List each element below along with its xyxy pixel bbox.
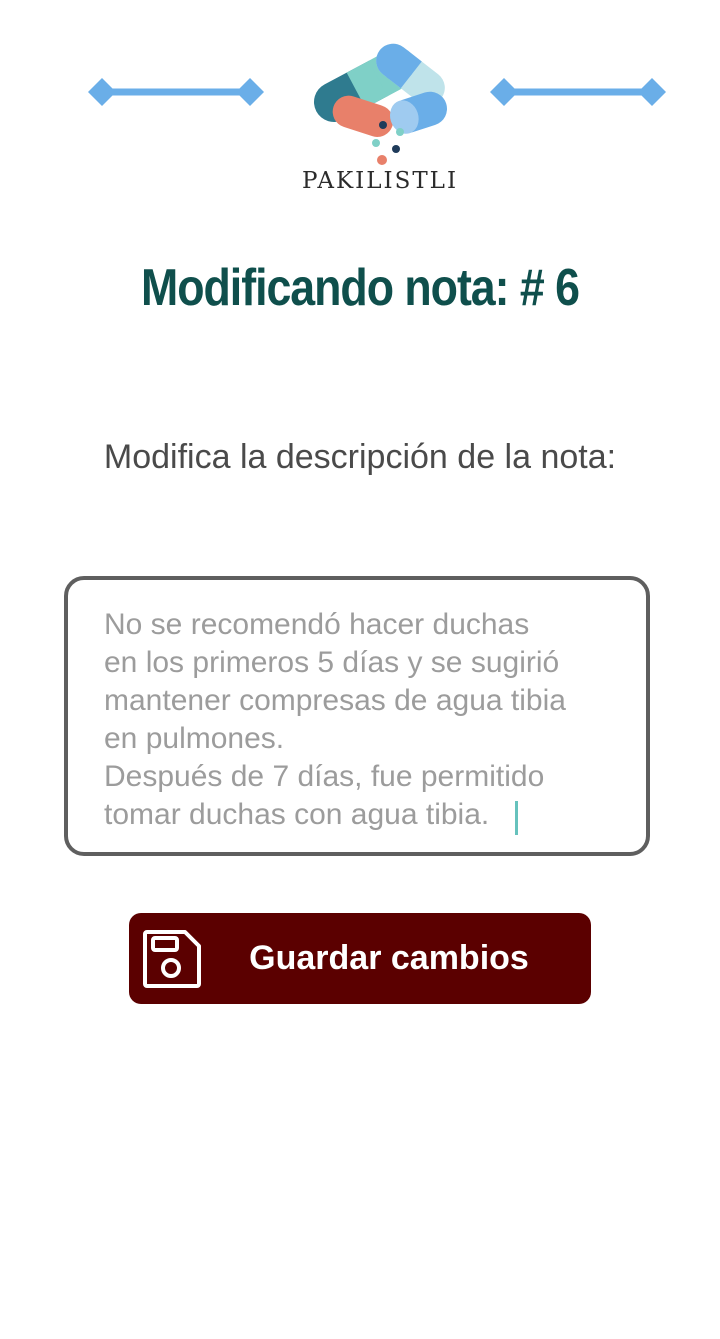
save-changes-label: Guardar cambios (249, 939, 529, 977)
app-brand-name: PAKILISTLI (301, 168, 459, 194)
page-title: Modificando nota: # 6 (141, 259, 580, 317)
text-cursor (515, 801, 518, 835)
app-header: PAKILISTLI (0, 0, 720, 220)
note-edit-screen: PAKILISTLI Modificando nota: # 6 Modific… (0, 0, 720, 1339)
description-label: Modifica la descripción de la nota: (103, 438, 617, 476)
app-logo (313, 43, 448, 165)
floppy-disk-icon (143, 930, 201, 988)
decorative-divider-right (490, 78, 666, 106)
description-textarea[interactable]: No se recomendó hacer duchas en los prim… (104, 606, 624, 836)
decorative-divider-left (88, 78, 264, 106)
save-changes-button[interactable]: Guardar cambios (129, 913, 591, 1004)
description-field-container[interactable]: No se recomendó hacer duchas en los prim… (64, 576, 650, 856)
